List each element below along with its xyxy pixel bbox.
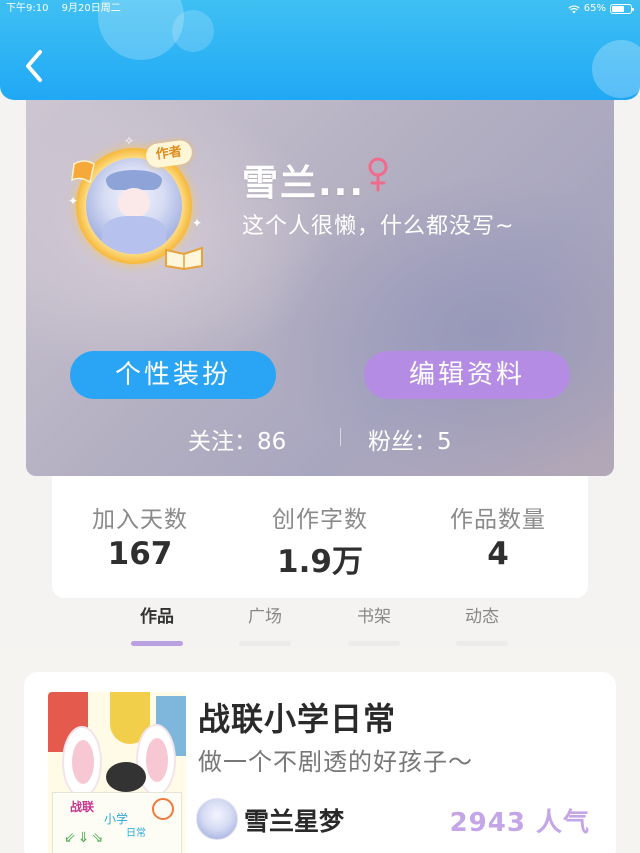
stat-join-days: 加入天数 167 xyxy=(70,500,210,572)
tab-label: 书架 xyxy=(357,607,391,627)
status-date: 9月20日周二 xyxy=(61,3,121,14)
popularity-count: 2943 人气 xyxy=(449,808,590,838)
dressup-button[interactable]: 个性装扮 xyxy=(70,351,276,399)
tab-indicator xyxy=(348,641,400,646)
book-icon xyxy=(164,242,204,271)
tab-bookshelf[interactable]: 书架 xyxy=(334,602,414,646)
author-avatar xyxy=(196,798,238,840)
stat-label: 创作字数 xyxy=(272,507,368,533)
tab-square[interactable]: 广场 xyxy=(225,602,305,646)
tab-indicator xyxy=(456,641,508,646)
status-bar: 下午9:10 9月20日周二 65% xyxy=(0,0,640,18)
tab-activity[interactable]: 动态 xyxy=(442,602,522,646)
female-icon xyxy=(366,156,390,192)
sparkle-icon: ✦ xyxy=(192,216,203,230)
work-card[interactable]: 战联 小学 日常 ⇙⇓⇘ 战联小学日常 做一个不剧透的好孩子～ 雪兰星梦 294… xyxy=(24,672,616,853)
stats-card: 加入天数 167 创作字数 1.9万 作品数量 4 xyxy=(52,476,588,598)
work-description: 做一个不剧透的好孩子～ xyxy=(198,748,473,776)
follow-stats-row: 关注：86 粉丝：5 xyxy=(26,422,614,455)
tab-label: 作品 xyxy=(140,607,174,627)
back-chevron-icon[interactable] xyxy=(22,48,48,84)
sparkle-icon: ✧ xyxy=(124,134,135,148)
tab-indicator xyxy=(239,641,291,646)
profile-card: 作者 ✦ ✦ ✧ 雪兰... 这个人很懒，什么都没写~ 个性装扮 编辑资料 关注… xyxy=(26,80,614,476)
status-time: 下午9:10 xyxy=(6,3,49,14)
battery-icon xyxy=(610,4,634,14)
work-title: 战联小学日常 xyxy=(198,700,397,738)
work-cover-image: 战联 小学 日常 ⇙⇓⇘ xyxy=(48,692,186,853)
tab-works[interactable]: 作品 xyxy=(117,602,197,646)
battery-level-fill xyxy=(612,6,624,12)
divider xyxy=(340,428,341,446)
stat-word-count: 创作字数 1.9万 xyxy=(250,500,390,581)
tab-label: 广场 xyxy=(248,607,282,627)
username: 雪兰... xyxy=(242,163,366,204)
author-badge: 作者 xyxy=(144,138,194,170)
sparkle-icon: ✦ xyxy=(68,194,79,208)
cover-text: 小学 xyxy=(104,812,129,826)
tab-label: 动态 xyxy=(465,607,499,627)
stat-label: 作品数量 xyxy=(450,507,546,533)
following-count[interactable]: 关注：86 xyxy=(188,422,286,456)
top-header: 下午9:10 9月20日周二 65% xyxy=(0,0,640,100)
battery-percent: 65% xyxy=(583,3,606,14)
stat-value: 1.9万 xyxy=(277,544,363,580)
edit-profile-button[interactable]: 编辑资料 xyxy=(364,351,570,399)
wifi-icon xyxy=(568,4,580,14)
bio-text: 这个人很懒，什么都没写~ xyxy=(242,214,515,239)
cover-text: 战联 xyxy=(70,800,95,814)
stat-value: 167 xyxy=(107,536,173,572)
stat-label: 加入天数 xyxy=(92,507,188,533)
fans-count[interactable]: 粉丝：5 xyxy=(368,422,452,456)
decor-bubble xyxy=(592,40,640,98)
flag-icon xyxy=(70,156,104,186)
author-name: 雪兰星梦 xyxy=(244,807,345,836)
stat-value: 4 xyxy=(487,536,509,572)
stat-work-count: 作品数量 4 xyxy=(428,500,568,572)
profile-tabs: 作品 广场 书架 动态 xyxy=(0,598,640,646)
avatar[interactable]: 作者 ✦ ✦ ✧ xyxy=(68,134,208,274)
tab-indicator xyxy=(131,641,183,646)
cover-text: 日常 xyxy=(126,828,146,839)
